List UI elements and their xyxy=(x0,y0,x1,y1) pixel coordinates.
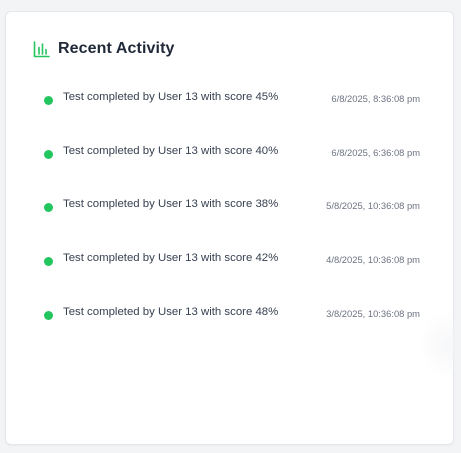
bar-chart-icon xyxy=(33,40,50,58)
activity-text: Test completed by User 13 with score 45% xyxy=(63,91,279,103)
status-dot-icon xyxy=(44,203,53,213)
activity-text: Test completed by User 13 with score 40% xyxy=(63,144,279,157)
activity-item: Test completed by User 13 with score 38%… xyxy=(44,197,420,251)
activity-text: Test completed by User 13 with score 38% xyxy=(63,198,279,211)
activity-item: Test completed by User 13 with score 40%… xyxy=(44,144,420,198)
activity-text: Test completed by User 13 with score 42% xyxy=(63,252,279,265)
card-header: Recent Activity xyxy=(33,40,175,58)
activity-item: Test completed by User 13 with score 48%… xyxy=(44,305,420,359)
recent-activity-card: Recent Activity Test completed by User 1… xyxy=(5,11,454,445)
activity-timestamp: 4/8/2025, 10:36:08 pm xyxy=(326,254,420,266)
status-dot-icon xyxy=(44,310,53,320)
status-dot-icon xyxy=(44,96,53,105)
status-dot-icon xyxy=(44,257,53,267)
activity-list: Test completed by User 13 with score 45%… xyxy=(44,90,420,358)
activity-timestamp: 6/8/2025, 8:36:08 pm xyxy=(331,93,420,104)
status-dot-icon xyxy=(44,149,53,159)
card-title: Recent Activity xyxy=(58,40,175,57)
activity-text: Test completed by User 13 with score 48% xyxy=(63,305,279,318)
activity-timestamp: 3/8/2025, 10:36:08 pm xyxy=(326,307,420,319)
activity-item: Test completed by User 13 with score 42%… xyxy=(44,251,420,305)
activity-timestamp: 5/8/2025, 10:36:08 pm xyxy=(326,200,420,212)
activity-item: Test completed by User 13 with score 45%… xyxy=(44,90,420,144)
activity-timestamp: 6/8/2025, 6:36:08 pm xyxy=(331,146,420,158)
